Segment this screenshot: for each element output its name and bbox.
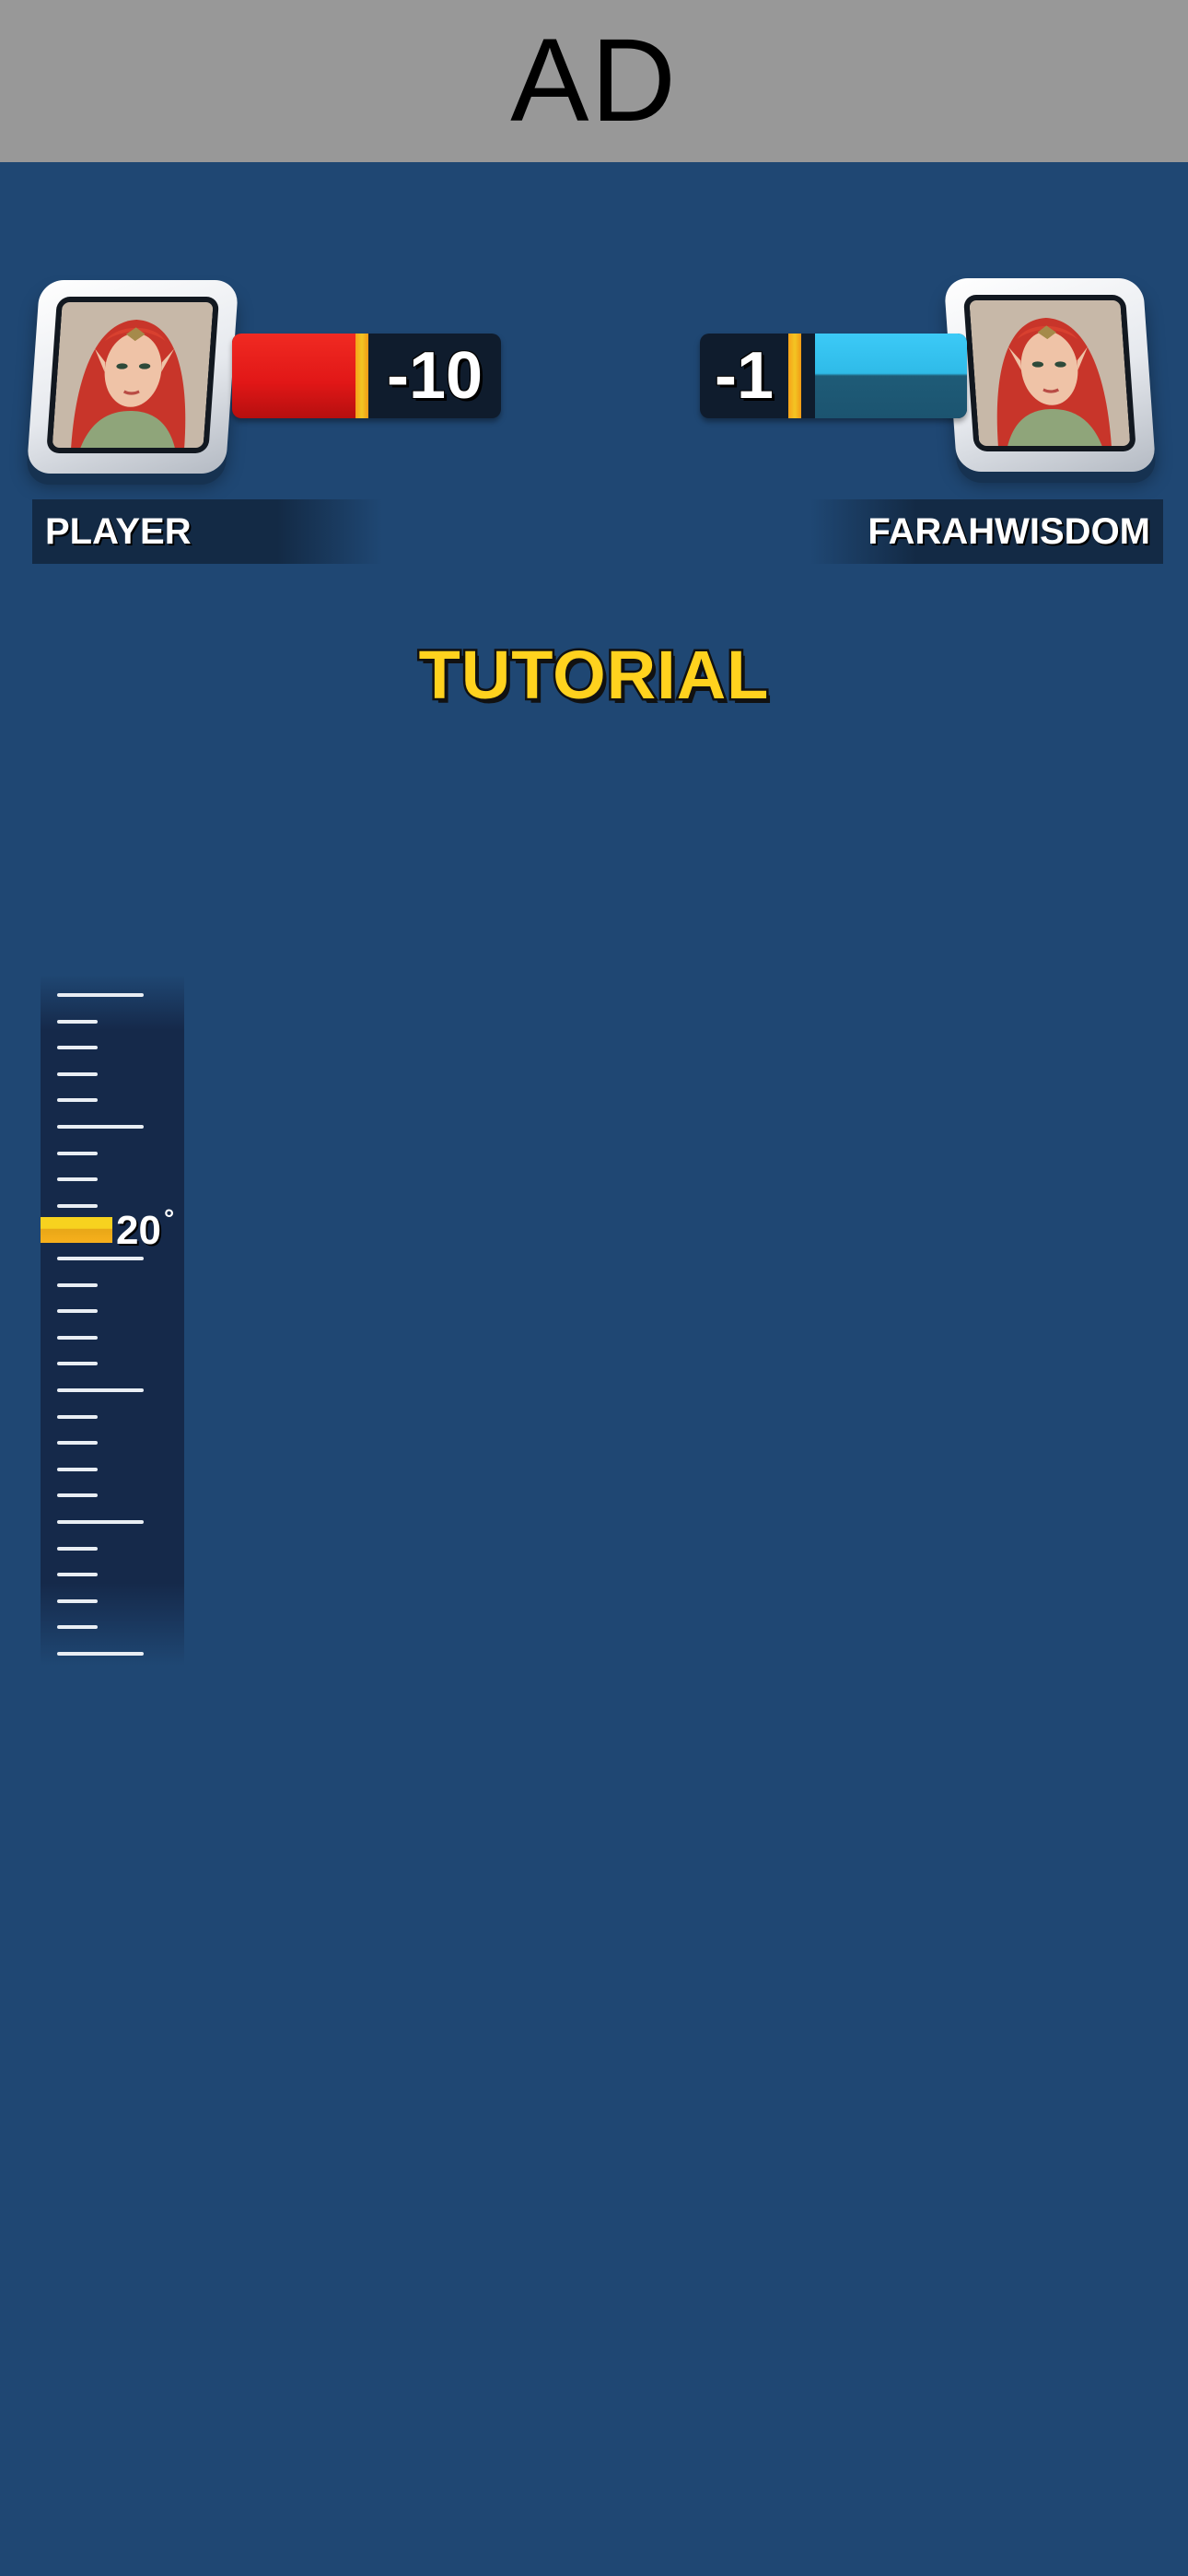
gauge-minor-tick <box>57 1098 98 1103</box>
gauge-minor-tick <box>57 1203 98 1208</box>
gauge-minor-tick <box>57 1046 98 1050</box>
gauge-major-tick <box>57 1125 144 1129</box>
player-name: PLAYER <box>45 510 192 552</box>
gauge-major-tick <box>57 1520 144 1524</box>
gauge-minor-tick <box>57 1309 98 1314</box>
gauge-minor-tick <box>57 1019 98 1024</box>
gauge-major-tick <box>57 1652 144 1656</box>
gauge-minor-tick <box>57 1177 98 1182</box>
ad-banner[interactable]: AD <box>0 0 1188 162</box>
gauge-minor-tick <box>57 1598 98 1603</box>
gauge-minor-tick <box>57 1573 98 1577</box>
gauge-minor-tick <box>57 1493 98 1498</box>
opponent-name-plate: FARAHWISDOM <box>810 499 1163 564</box>
game-screen: AD -10 -1 PLAYER FARAHWISDOM TUTORIAL 20… <box>0 0 1188 2576</box>
player-avatar[interactable] <box>26 280 239 474</box>
gauge-major-tick <box>57 1257 144 1260</box>
opponent-avatar[interactable] <box>943 278 1157 472</box>
opponent-name: FARAHWISDOM <box>868 510 1150 552</box>
angle-gauge[interactable]: 20 ° <box>41 975 184 1666</box>
player-score-bar: -10 <box>232 334 501 418</box>
gauge-minor-tick <box>57 1151 98 1155</box>
elf-portrait-icon <box>52 302 214 448</box>
gauge-minor-tick <box>57 1467 98 1471</box>
gauge-minor-tick <box>57 1625 98 1630</box>
player-avatar-inner <box>46 297 220 453</box>
gauge-minor-tick <box>57 1414 98 1419</box>
gauge-minor-tick <box>57 1071 98 1076</box>
player-score: -10 <box>386 339 483 413</box>
opponent-score: -1 <box>714 339 775 413</box>
opponent-avatar-inner <box>962 295 1136 451</box>
gauge-minor-tick <box>57 1335 98 1340</box>
opponent-score-divider <box>788 334 801 418</box>
player-score-divider <box>355 334 368 418</box>
tutorial-title: TUTORIAL <box>416 635 771 716</box>
angle-marker[interactable] <box>41 1217 112 1243</box>
gauge-minor-tick <box>57 1441 98 1446</box>
opponent-score-bar: -1 <box>700 334 967 418</box>
player-name-plate: PLAYER <box>32 499 382 564</box>
gauge-major-tick <box>57 993 144 997</box>
player-score-fill <box>232 334 355 418</box>
opponent-score-fill <box>815 334 967 418</box>
angle-value: 20 <box>116 1208 161 1253</box>
gauge-minor-tick <box>57 1362 98 1366</box>
gauge-minor-tick <box>57 1546 98 1551</box>
ad-label: AD <box>510 15 678 146</box>
elf-portrait-icon <box>969 300 1131 446</box>
gauge-major-tick <box>57 1388 144 1392</box>
gauge-minor-tick <box>57 1282 98 1287</box>
degree-symbol: ° <box>164 1204 175 1233</box>
